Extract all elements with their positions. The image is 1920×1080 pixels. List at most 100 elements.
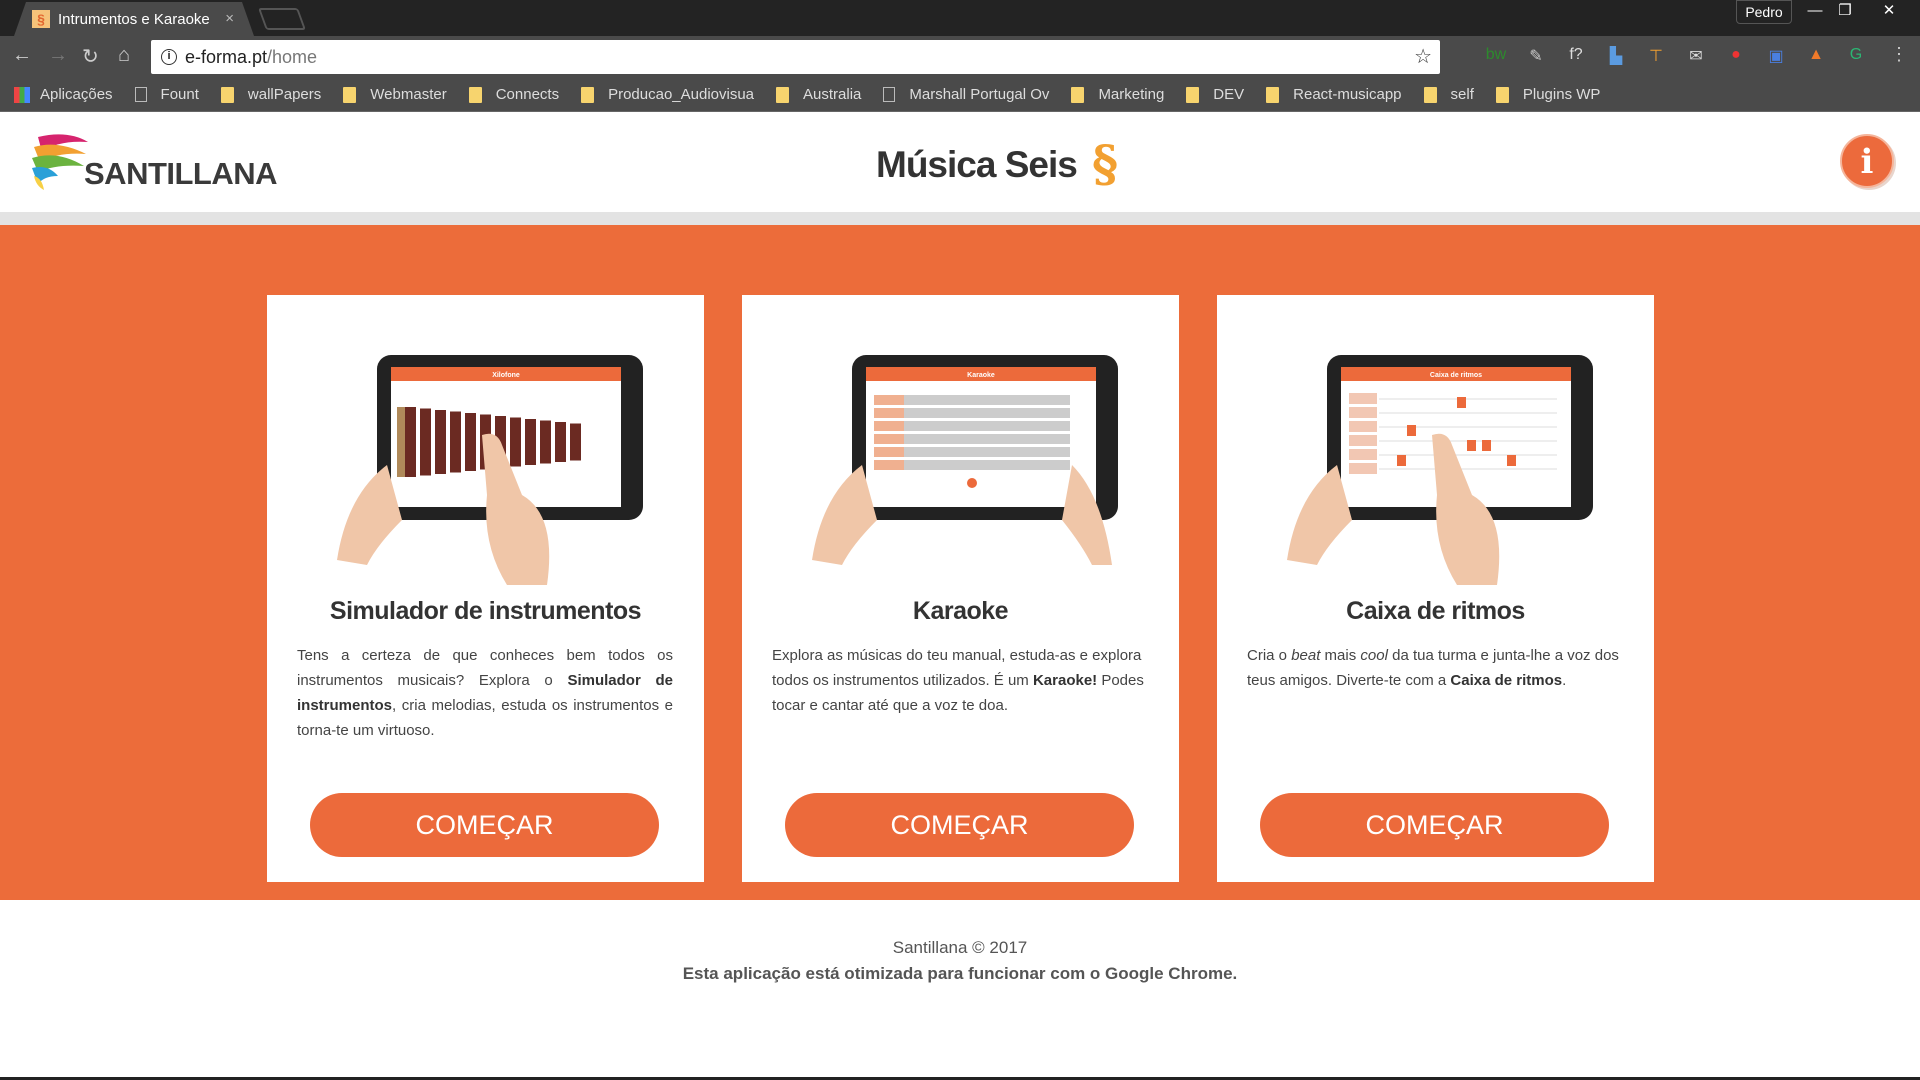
extension-icon[interactable]: ▣ <box>1764 46 1788 66</box>
bookmark-label: Webmaster <box>370 86 447 103</box>
musica-seis-mark-icon: § <box>1092 134 1119 193</box>
extension-icon[interactable]: ● <box>1724 46 1748 64</box>
tablet-screen-title: Karaoke <box>967 372 995 379</box>
bookmark-item[interactable]: Fount <box>134 86 199 103</box>
bookmark-item[interactable]: Connects <box>468 86 560 103</box>
bookmark-item[interactable]: Australia <box>776 86 861 103</box>
bookmark-label: self <box>1450 86 1474 103</box>
bookmark-item[interactable]: Marshall Portugal Ov <box>883 86 1049 103</box>
logo-swirl-icon <box>32 134 88 190</box>
url-host: e-forma.pt <box>185 46 268 67</box>
app-title: Música Seis <box>876 144 1078 185</box>
bookmark-item[interactable]: React-musicapp <box>1266 86 1402 103</box>
tablet-screen-title: Caixa de ritmos <box>1430 372 1482 379</box>
reload-icon[interactable]: ↻ <box>82 44 99 69</box>
browser-notice: Esta aplicação está otimizada para funci… <box>682 964 1238 983</box>
extension-icon[interactable]: ✎ <box>1524 46 1548 66</box>
extension-icon[interactable]: ▲ <box>1804 46 1828 64</box>
url-path: /home <box>267 46 318 67</box>
bookmark-label: Marshall Portugal Ov <box>909 86 1050 103</box>
extension-icon[interactable]: ✉ <box>1684 46 1708 66</box>
bookmark-label: DEV <box>1213 86 1245 103</box>
tablet-illustration: Caixa de ritmos <box>1287 355 1593 585</box>
extension-icon[interactable]: bw <box>1484 46 1508 64</box>
favicon-icon: § <box>32 10 50 28</box>
tablet-illustration: Xilofone <box>337 355 643 585</box>
tab-close-icon[interactable]: × <box>225 10 234 27</box>
bookmark-item[interactable]: wallPapers <box>220 86 322 103</box>
minimize-button[interactable]: — <box>1800 0 1830 24</box>
tablet-screen-title: Xilofone <box>492 372 520 379</box>
bookmark-label: Australia <box>803 86 862 103</box>
extension-icon[interactable]: f? <box>1564 46 1588 64</box>
bookmark-item[interactable]: Plugins WP <box>1495 86 1601 103</box>
copyright: Santillana © 2017 <box>892 938 1028 957</box>
bookmark-label: Aplicações <box>40 86 113 103</box>
site-header: SANTILLANA Música Seis § i <box>0 112 1920 212</box>
bookmark-item[interactable]: Marketing <box>1071 86 1164 103</box>
folder-icon <box>343 86 357 103</box>
extension-icon[interactable]: ▙ <box>1604 46 1628 66</box>
menu-icon[interactable]: ⋮ <box>1890 44 1908 65</box>
folder-icon <box>581 86 595 103</box>
card-title: Caixa de ritmos <box>1346 597 1525 625</box>
bookmark-label: React-musicapp <box>1293 86 1402 103</box>
bookmark-label: Marketing <box>1098 86 1165 103</box>
bookmark-item[interactable]: DEV <box>1186 86 1244 103</box>
forward-icon[interactable]: → <box>48 44 68 67</box>
bookmark-label: Fount <box>160 86 199 103</box>
bookmark-label: Producao_Audiovisua <box>608 86 755 103</box>
folder-icon <box>468 86 482 103</box>
bookmark-star-icon[interactable]: ☆ <box>1414 44 1432 69</box>
folder-icon <box>1266 86 1280 103</box>
info-button[interactable]: i <box>1840 134 1894 188</box>
bookmark-item[interactable]: Webmaster <box>343 86 447 103</box>
apps-icon <box>14 86 30 103</box>
feature-card: Karaoke Karaoke Explora as músicas do te… <box>742 295 1179 882</box>
restore-button[interactable]: ❐ <box>1830 0 1860 24</box>
close-window-button[interactable]: ✕ <box>1874 0 1904 24</box>
bookmark-item[interactable]: Producao_Audiovisua <box>581 86 754 103</box>
folder-icon <box>1423 86 1437 103</box>
browser-toolbar: ← → ↻ ⌂ i e-forma.pt/home ☆ bw ✎ f? ▙ ⊤ ✉ ● ▣ ▲ G… <box>0 36 1920 78</box>
folder-icon <box>1071 86 1085 103</box>
start-button[interactable]: COMEÇAR <box>310 793 659 857</box>
bookmarks-bar: Aplicações Fount wallPapers Webmaster Connec… <box>0 78 1920 112</box>
new-tab-button[interactable] <box>257 8 307 30</box>
start-button[interactable]: COMEÇAR <box>785 793 1134 857</box>
card-title: Karaoke <box>912 597 1009 625</box>
main-section: Xilofone Simulador de instrumentos Tens … <box>0 225 1920 900</box>
bookmark-label: Connects <box>495 86 560 103</box>
card-description: Tens a certeza de que conheces bem todos… <box>297 647 673 739</box>
header-divider <box>0 212 1920 225</box>
bookmark-label: Plugins WP <box>1522 86 1601 103</box>
bookmark-item[interactable]: Aplicações <box>14 86 113 103</box>
feature-card: Xilofone Simulador de instrumentos Tens … <box>267 295 704 882</box>
profile-button[interactable]: Pedro <box>1736 0 1792 24</box>
feature-card: Caixa de ritmos Caixa de ritmos Cria o b… <box>1217 295 1654 882</box>
browser-tab[interactable]: § Intrumentos e Karaoke × <box>14 2 254 36</box>
back-icon[interactable]: ← <box>12 44 32 67</box>
start-button[interactable]: COMEÇAR <box>1260 793 1609 857</box>
folder-icon <box>1495 86 1509 103</box>
extension-icon[interactable]: ⊤ <box>1644 46 1668 66</box>
site-info-icon[interactable]: i <box>161 49 177 65</box>
santillana-logo[interactable]: SANTILLANA <box>28 132 278 192</box>
folder-icon <box>776 86 790 103</box>
card-description: Cria o beat mais cool da tua turma e jun… <box>1247 647 1619 689</box>
bookmark-label: wallPapers <box>247 86 322 103</box>
folder-icon <box>220 86 234 103</box>
card-description: Explora as músicas do teu manual, estuda… <box>772 647 1144 714</box>
tab-bar: § Intrumentos e Karaoke × Pedro — ❐ ✕ <box>0 0 1920 36</box>
folder-icon <box>1186 86 1200 103</box>
home-icon[interactable]: ⌂ <box>118 44 130 67</box>
page-icon <box>883 87 896 102</box>
page-icon <box>134 87 147 102</box>
extension-icon[interactable]: G <box>1844 46 1868 64</box>
tablet-illustration: Karaoke <box>812 355 1118 565</box>
footer: Santillana © 2017 Esta aplicação está ot… <box>0 938 1920 984</box>
card-title: Simulador de instrumentos <box>329 597 642 625</box>
bookmark-item[interactable]: self <box>1423 86 1474 103</box>
address-bar[interactable]: i e-forma.pt/home ☆ <box>151 40 1440 74</box>
tab-title: Intrumentos e Karaoke <box>58 10 210 28</box>
